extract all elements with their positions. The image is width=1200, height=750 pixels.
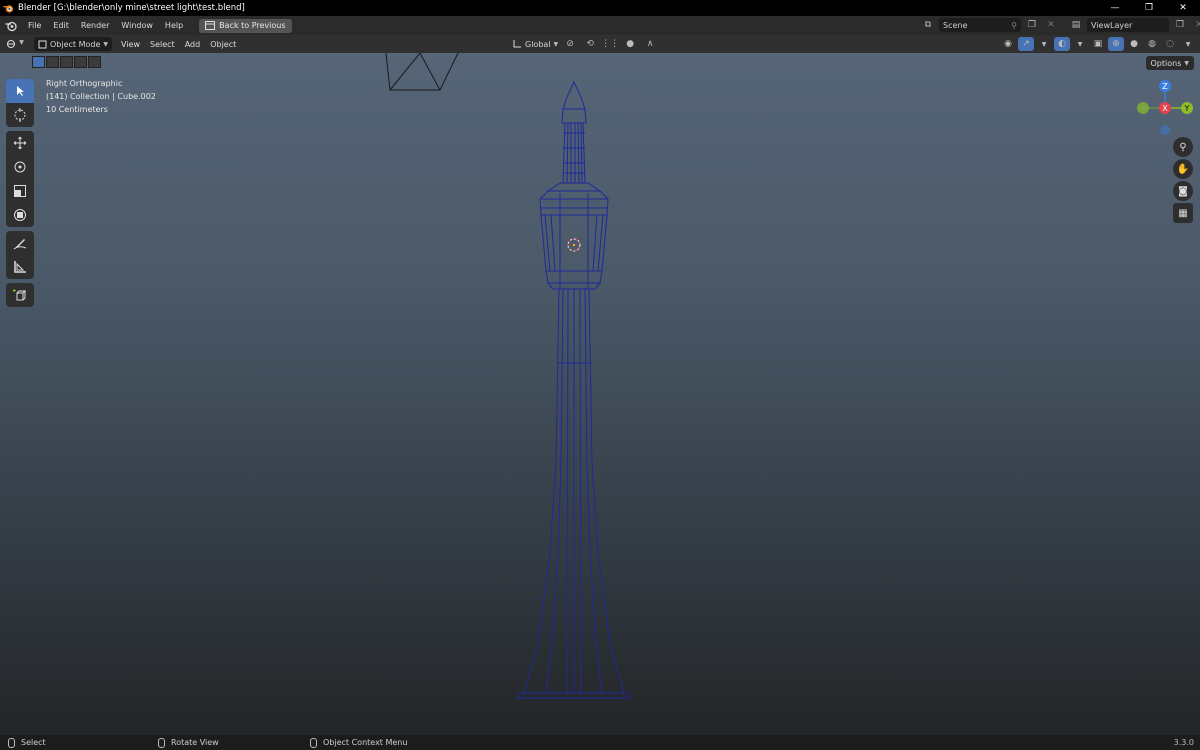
proportional-edit-icon[interactable]: ● [622, 37, 638, 51]
snap-target-icon[interactable]: ⋮⋮ [601, 37, 619, 51]
wireframe-shading-icon[interactable]: ⊕ [1108, 37, 1124, 51]
delete-scene-icon[interactable]: ✕ [1043, 18, 1059, 32]
menu-object[interactable]: Object [205, 40, 241, 49]
status-context-menu: Object Context Menu [323, 738, 408, 747]
back-to-previous-label: Back to Previous [219, 21, 286, 30]
viewport-header: ▼ Object Mode ▼ View Select Add Object G… [0, 35, 1200, 53]
overlays-toggle-icon[interactable]: ◐ [1054, 37, 1070, 51]
camera-object [385, 53, 459, 91]
solid-shading-icon[interactable]: ● [1126, 37, 1142, 51]
menu-view[interactable]: View [116, 40, 145, 49]
window-title: Blender [G:\blender\only mine\street lig… [18, 3, 245, 13]
editor-type-selector[interactable]: ▼ [0, 39, 30, 49]
chevron-down-icon: ▼ [19, 39, 24, 46]
top-menu-bar: File Edit Render Window Help Back to Pre… [0, 16, 1200, 35]
menu-render[interactable]: Render [75, 21, 115, 30]
shading-options-icon[interactable]: ▼ [1180, 37, 1196, 51]
menu-add[interactable]: Add [180, 40, 206, 49]
scene-field[interactable]: Scene ⚲ [939, 18, 1021, 32]
3d-viewport-icon [7, 40, 16, 48]
visibility-icon[interactable]: ◉ [1000, 37, 1016, 51]
status-select: Select [21, 738, 46, 747]
right-mouse-icon [310, 737, 317, 748]
status-bar: Select Rotate View Object Context Menu 3… [0, 735, 1200, 750]
transform-orientation-selector[interactable]: Global ▼ [512, 39, 558, 49]
object-origin [572, 243, 576, 247]
orientation-axes-icon [513, 40, 521, 48]
menu-edit[interactable]: Edit [47, 21, 75, 30]
status-rotate-view: Rotate View [171, 738, 219, 747]
object-mode-icon [38, 40, 47, 48]
overlays-options-icon[interactable]: ▼ [1072, 37, 1088, 51]
material-shading-icon[interactable]: ◍ [1144, 37, 1160, 51]
view-layer-name: ViewLayer [1091, 20, 1133, 30]
blender-logo-icon [0, 0, 16, 16]
new-scene-icon[interactable]: ❐ [1024, 18, 1040, 32]
mode-label: Object Mode [50, 39, 101, 49]
title-bar: Blender [G:\blender\only mine\street lig… [0, 0, 1200, 16]
menu-file[interactable]: File [22, 21, 47, 30]
minimize-button[interactable]: — [1098, 0, 1132, 16]
scene-browse-icon[interactable]: ⧉ [920, 18, 936, 32]
rendered-shading-icon[interactable]: ◌ [1162, 37, 1178, 51]
3d-viewport[interactable]: Right Orthographic (141) Collection | Cu… [0, 53, 1200, 735]
view-layer-browse-icon[interactable]: ▤ [1068, 18, 1084, 32]
screen-icon [205, 21, 216, 30]
back-to-previous-button[interactable]: Back to Previous [199, 18, 292, 33]
lamp-post-mesh [517, 80, 631, 699]
menu-window[interactable]: Window [115, 21, 159, 30]
xray-icon[interactable]: ▣ [1090, 37, 1106, 51]
close-button[interactable]: ✕ [1166, 0, 1200, 16]
blender-menu-icon[interactable] [0, 20, 22, 32]
delete-view-layer-icon[interactable]: ✕ [1191, 18, 1200, 32]
middle-mouse-icon [158, 737, 165, 748]
chevron-down-icon: ▼ [103, 40, 109, 48]
gizmo-toggle-icon[interactable]: ↗ [1018, 37, 1034, 51]
menu-help[interactable]: Help [159, 21, 189, 30]
blender-version: 3.3.0 [1173, 738, 1194, 747]
street-light-wireframe [385, 53, 631, 699]
restore-button[interactable]: ❐ [1132, 0, 1166, 16]
falloff-icon[interactable]: ∧ [642, 37, 658, 51]
left-mouse-icon [8, 737, 15, 748]
snap-icon[interactable]: ⟲ [582, 37, 598, 51]
scene-name: Scene [943, 20, 968, 30]
new-view-layer-icon[interactable]: ❐ [1172, 18, 1188, 32]
view-layer-field[interactable]: ViewLayer [1087, 18, 1169, 32]
chevron-down-icon: ▼ [553, 40, 559, 48]
pin-icon: ⚲ [1011, 20, 1017, 30]
transform-orientation-label: Global [525, 39, 551, 49]
mode-selector[interactable]: Object Mode ▼ [34, 37, 113, 51]
gizmo-options-icon[interactable]: ▼ [1036, 37, 1052, 51]
menu-select[interactable]: Select [145, 40, 180, 49]
pivot-point-icon[interactable]: ⊘ [562, 37, 578, 51]
